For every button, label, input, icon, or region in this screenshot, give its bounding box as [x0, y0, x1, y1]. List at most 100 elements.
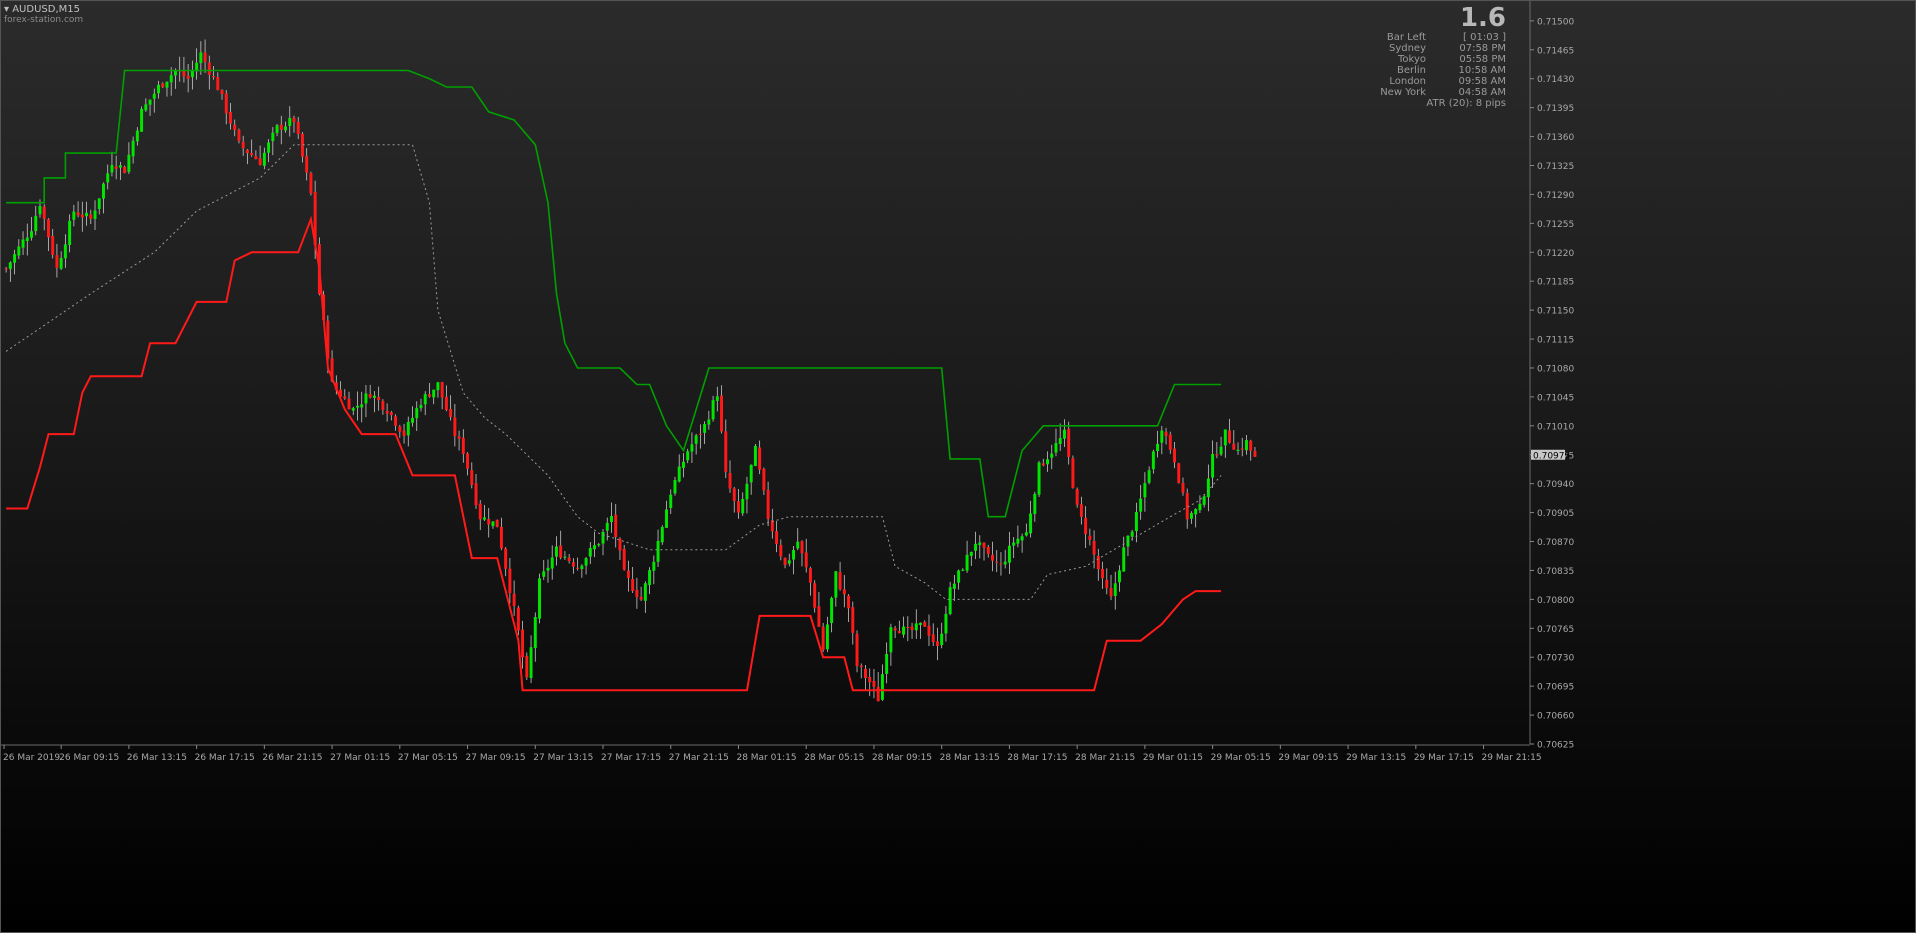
candle-bear	[1041, 463, 1045, 466]
candle-bear	[305, 155, 309, 173]
price-chart[interactable]: 0.71500 0.71465 0.71430 0.71395 0.71360 0.713…	[0, 0, 1916, 933]
candle-bull	[1189, 512, 1193, 519]
candle-bear	[466, 453, 470, 469]
candle-bull	[538, 578, 541, 619]
candle-bull	[546, 567, 550, 571]
price-tick-label: 0.70800	[1537, 596, 1574, 606]
price-axis: 0.71500 0.71465 0.71430 0.71395 0.71360 0.713…	[0, 0, 1916, 933]
candle-bull	[356, 405, 359, 408]
candle-bull	[144, 104, 148, 111]
candle-bull	[1236, 449, 1240, 451]
info-row-value: 10:58 AM	[1458, 65, 1506, 76]
candle-bull	[85, 212, 89, 217]
candle-bull	[102, 183, 105, 199]
candle-bear	[186, 75, 190, 79]
chart-window[interactable]: { "header": {"symbol": "AUDUSD,M15", "so…	[0, 0, 1916, 933]
candle-bear	[762, 468, 766, 491]
candle-bear	[838, 572, 842, 590]
candle-bull	[364, 393, 368, 404]
candle-bull	[1118, 570, 1121, 583]
candle-bull	[415, 408, 419, 419]
candle-bear	[1228, 430, 1232, 443]
candle-bull	[677, 466, 681, 482]
candle-bear	[478, 503, 482, 520]
candle-bull	[1156, 443, 1160, 452]
candle-bull	[1194, 509, 1198, 515]
candle-bear	[1071, 458, 1075, 488]
price-tick-label: 0.71220	[1537, 249, 1574, 259]
candle-bull	[563, 556, 567, 558]
candle-bull	[593, 545, 597, 550]
price-tick-label: 0.71045	[1537, 393, 1574, 403]
candle-bear	[368, 394, 372, 398]
candle-bull	[533, 617, 537, 649]
info-row-label: Bar Left	[1386, 32, 1426, 43]
time-tick-label: 26 Mar 21:15	[262, 753, 322, 763]
candle-bull	[25, 237, 29, 242]
candle-bear	[567, 557, 571, 562]
price-tick-label: 0.71150	[1537, 307, 1574, 317]
candle-bull	[673, 480, 677, 494]
candle-bull	[601, 531, 605, 544]
candle-bull	[17, 246, 21, 256]
candle-bull	[694, 435, 698, 444]
candle-bull	[411, 417, 414, 423]
candle-bear	[758, 447, 762, 470]
candle-bear	[1215, 454, 1219, 456]
price-tick-label: 0.71395	[1537, 104, 1574, 114]
candle-bear	[46, 219, 50, 238]
candle-bull	[690, 444, 694, 452]
candle-bear	[292, 117, 296, 123]
price-tick-label: 0.71185	[1537, 278, 1574, 288]
mid-band-line	[5, 144, 1222, 600]
chart-header: ▾ AUDUSD,M15 forex-station.com	[4, 4, 83, 26]
candle-bull	[974, 543, 978, 551]
candle-bull	[30, 231, 33, 238]
upper-band-line	[6, 69, 1222, 518]
candle-bull	[351, 408, 355, 411]
info-row: Bar Left [ 01:03 ]	[1356, 32, 1506, 43]
candle-bear	[203, 52, 207, 63]
candle-bull	[135, 130, 139, 142]
info-row-label: Sydney	[1388, 43, 1426, 54]
candle-bull	[1211, 454, 1215, 478]
chart-border	[0, 0, 1916, 933]
candle-bull	[703, 424, 707, 433]
time-tick-label: 26 Mar 17:15	[195, 753, 255, 763]
candle-bear	[521, 629, 525, 658]
candle-bull	[93, 210, 97, 220]
candle-bull	[711, 400, 715, 420]
time-tick-label: 26 Mar 13:15	[127, 753, 187, 763]
price-tick-label: 0.71430	[1537, 75, 1574, 85]
candle-bull	[1223, 429, 1227, 446]
candle-bull	[1016, 538, 1020, 544]
time-tick-label: 29 Mar 01:15	[1143, 753, 1203, 763]
candle-bull	[944, 613, 948, 634]
price-tick-label: 0.70940	[1537, 480, 1574, 490]
candle-bear	[724, 431, 728, 472]
time-tick-label: 28 Mar 05:15	[804, 753, 864, 763]
candle-bull	[1122, 547, 1126, 572]
candles-layer	[4, 39, 1257, 702]
candle-bear	[770, 520, 774, 532]
time-tick-label: 28 Mar 09:15	[872, 753, 932, 763]
time-tick-label: 28 Mar 21:15	[1075, 753, 1135, 763]
candle-bull	[1020, 536, 1024, 541]
candle-bear	[804, 552, 808, 568]
time-tick-label: 27 Mar 01:15	[330, 753, 390, 763]
dropdown-icon[interactable]: ▾	[4, 4, 9, 15]
candle-bull	[63, 244, 67, 259]
candle-bull	[656, 540, 660, 562]
candle-bear	[212, 76, 216, 78]
candle-bull	[1033, 493, 1037, 515]
candle-bear	[1181, 482, 1185, 493]
candle-bear	[783, 557, 787, 566]
candle-bull	[1160, 430, 1164, 443]
candle-bear	[1173, 448, 1176, 463]
candle-bear	[229, 111, 232, 124]
price-tick-label: 0.71500	[1537, 17, 1574, 27]
candle-bear	[800, 541, 804, 554]
candle-bear	[1164, 431, 1168, 436]
time-tick-label: 29 Mar 05:15	[1211, 753, 1271, 763]
candle-bull	[13, 254, 17, 263]
